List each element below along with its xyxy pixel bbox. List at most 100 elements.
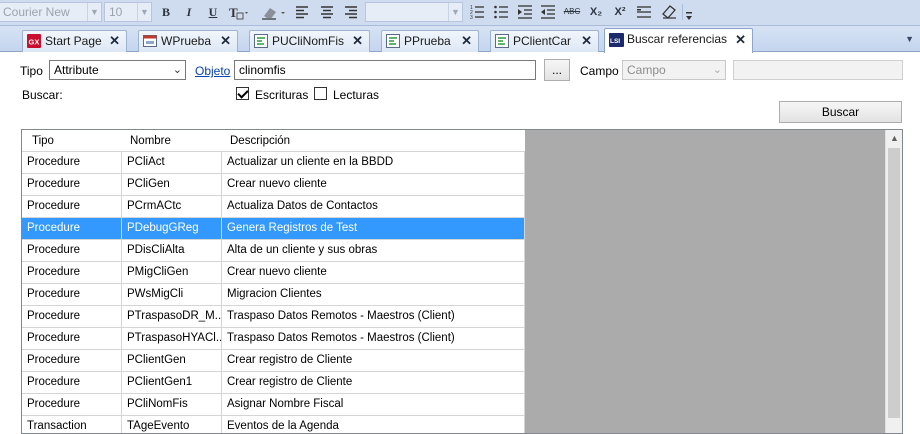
table-row[interactable]: Procedure PCliAct Actualizar un cliente en… (22, 152, 525, 174)
table-row[interactable]: Procedure PTraspasoHYACl... Traspaso Datos… (22, 328, 525, 350)
tab-buscar-referencias[interactable]: LSI Buscar referencias ✕ (604, 28, 753, 53)
cell-tipo: Procedure (22, 196, 122, 217)
campo-value: Campo (627, 63, 666, 77)
table-row[interactable]: Procedure PClientGen1 Crear registro de Cl… (22, 372, 525, 394)
column-header-nombre[interactable]: Nombre (122, 130, 222, 151)
cell-nombre: PCliNomFis (122, 394, 222, 415)
text-color-icon[interactable]: T (228, 4, 250, 22)
procedure-icon (386, 34, 400, 48)
cell-tipo: Procedure (22, 350, 122, 371)
cell-descripcion: Eventos de la Agenda (222, 416, 525, 433)
svg-text:GX: GX (29, 38, 40, 47)
eraser-icon[interactable] (660, 4, 678, 20)
table-row[interactable]: Procedure PMigCliGen Crear nuevo cliente (22, 262, 525, 284)
cell-descripcion: Migracion Clientes (222, 284, 525, 305)
cell-nombre: PDisCliAlta (122, 240, 222, 261)
toolbar-separator (682, 4, 683, 20)
align-center-icon[interactable] (319, 4, 335, 20)
close-icon[interactable]: ✕ (735, 30, 746, 50)
column-header-tipo[interactable]: Tipo (22, 130, 122, 151)
cell-descripcion: Crear registro de Cliente (222, 350, 525, 371)
objeto-link[interactable]: Objeto (195, 64, 230, 78)
cell-tipo: Procedure (22, 372, 122, 393)
vertical-scrollbar[interactable]: ▲ (885, 130, 902, 433)
cell-nombre: PMigCliGen (122, 262, 222, 283)
lecturas-checkbox[interactable] (314, 87, 327, 100)
tab-list-dropdown-icon[interactable]: ▼ (905, 34, 914, 44)
bold-button[interactable]: B (158, 3, 174, 21)
browse-button[interactable]: ... (544, 59, 570, 81)
font-size-combo[interactable]: 10 ▼ (104, 2, 152, 22)
tipo-select[interactable]: Attribute ⌄ (49, 60, 186, 80)
svg-text:LSI: LSI (610, 38, 620, 45)
cell-descripcion: Crear nuevo cliente (222, 174, 525, 195)
cell-nombre: PTraspasoDR_M... (122, 306, 222, 327)
table-row[interactable]: Transaction TAgeEvento Eventos de la Agend… (22, 416, 525, 433)
font-size-value: 10 (109, 5, 123, 19)
tab-label: Buscar referencias (627, 32, 728, 46)
cell-tipo: Procedure (22, 218, 122, 239)
table-row[interactable]: Procedure PDisCliAlta Alta de un cliente y… (22, 240, 525, 262)
style-combo[interactable]: ▼ (365, 2, 463, 22)
cell-descripcion: Alta de un cliente y sus obras (222, 240, 525, 261)
tab-pprueba[interactable]: PPrueba ✕ (381, 30, 479, 52)
cell-tipo: Procedure (22, 306, 122, 327)
lecturas-label: Lecturas (333, 88, 380, 102)
tab-pclientcar[interactable]: PClientCar ✕ (490, 30, 599, 52)
objeto-input[interactable]: clinomfis (234, 60, 536, 80)
align-right-icon[interactable] (343, 4, 359, 20)
cell-tipo: Procedure (22, 328, 122, 349)
cell-tipo: Procedure (22, 152, 122, 173)
outdent-icon[interactable] (540, 4, 556, 20)
table-row[interactable]: Procedure PCliNomFis Asignar Nombre Fiscal (22, 394, 525, 416)
underline-button[interactable]: U (205, 3, 221, 21)
highlight-color-icon[interactable] (260, 4, 288, 22)
buscar-label: Buscar: (22, 88, 63, 102)
subscript-button[interactable]: X₂ (587, 3, 605, 21)
cell-descripcion: Traspaso Datos Remotos - Maestros (Clien… (222, 328, 525, 349)
close-icon[interactable]: ✕ (461, 31, 472, 51)
cell-nombre: PCliGen (122, 174, 222, 195)
table-row[interactable]: Procedure PCliGen Crear nuevo cliente (22, 174, 525, 196)
table-row[interactable]: Procedure PCrmACtc Actualiza Datos de Cont… (22, 196, 525, 218)
table-row[interactable]: Procedure PTraspasoDR_M... Traspaso Datos … (22, 306, 525, 328)
tab-wprueba[interactable]: WPrueba ✕ (138, 30, 238, 52)
tab-start-page[interactable]: GX Start Page ✕ (22, 30, 127, 52)
close-icon[interactable]: ✕ (352, 31, 363, 51)
tab-label: WPrueba (161, 34, 212, 48)
close-icon[interactable]: ✕ (581, 31, 592, 51)
font-name-value: Courier New (3, 5, 70, 19)
cell-nombre: PCliAct (122, 152, 222, 173)
formatting-toolbar: Courier New ▼ 10 ▼ B I U T ▼ 123 ABC X₂ … (0, 0, 920, 26)
italic-button[interactable]: I (181, 3, 197, 21)
bullet-list-icon[interactable] (493, 4, 509, 20)
table-row[interactable]: Procedure PDebugGReg Genera Registros de T… (22, 218, 525, 240)
strikethrough-button[interactable]: ABC (562, 3, 582, 21)
chevron-down-icon: ▼ (448, 3, 462, 21)
buscar-button[interactable]: Buscar (779, 101, 902, 123)
align-left-icon[interactable] (294, 4, 310, 20)
scrollbar-thumb[interactable] (888, 148, 900, 418)
cell-tipo: Procedure (22, 262, 122, 283)
tipo-value: Attribute (54, 63, 99, 77)
tab-pu-cli-nom-fis[interactable]: PUCliNomFis ✕ (249, 30, 370, 52)
escrituras-checkbox[interactable] (236, 87, 249, 100)
tab-label: Start Page (45, 34, 102, 48)
table-row[interactable]: Procedure PWsMigCli Migracion Clientes (22, 284, 525, 306)
font-name-combo[interactable]: Courier New ▼ (0, 2, 102, 22)
close-icon[interactable]: ✕ (109, 31, 120, 51)
list-format-icon[interactable] (636, 4, 652, 20)
indent-icon[interactable] (517, 4, 533, 20)
table-row[interactable]: Procedure PClientGen Crear registro de Cli… (22, 350, 525, 372)
close-icon[interactable]: ✕ (220, 31, 231, 51)
scroll-up-icon[interactable]: ▲ (890, 133, 899, 143)
cell-descripcion: Crear nuevo cliente (222, 262, 525, 283)
campo-input[interactable] (733, 60, 903, 80)
toolbar-overflow-icon[interactable] (685, 12, 693, 22)
cell-tipo: Procedure (22, 284, 122, 305)
numbered-list-icon[interactable]: 123 (469, 4, 485, 20)
svg-text:3: 3 (470, 15, 473, 20)
superscript-button[interactable]: X² (611, 3, 629, 21)
campo-select[interactable]: Campo ⌄ (622, 60, 726, 80)
column-header-descripcion[interactable]: Descripción (222, 130, 525, 151)
